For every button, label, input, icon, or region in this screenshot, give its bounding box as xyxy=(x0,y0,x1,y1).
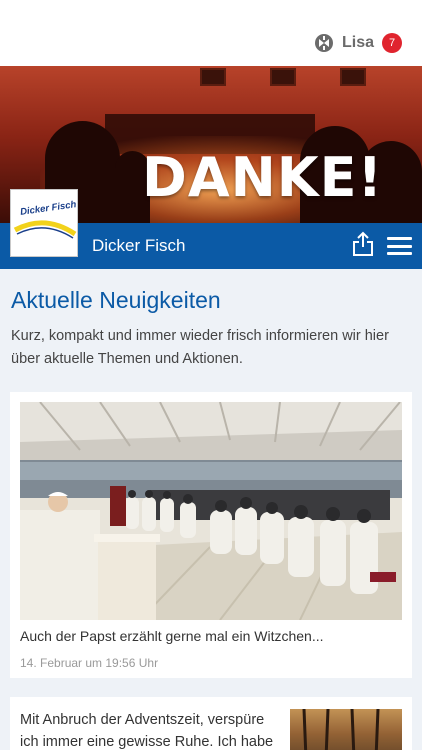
news-card-thumbnail[interactable] xyxy=(290,709,402,750)
top-bar: Lisa 7 xyxy=(0,0,422,66)
news-card[interactable]: Auch der Papst erzählt gerne mal ein Wit… xyxy=(10,392,412,678)
user-name: Lisa xyxy=(341,34,374,51)
hero-window xyxy=(200,68,226,86)
forest-thumbnail-illustration xyxy=(290,709,402,750)
hero-window xyxy=(340,68,366,86)
news-card-photo[interactable] xyxy=(20,402,402,620)
share-icon[interactable] xyxy=(352,231,374,257)
hero-window xyxy=(270,68,296,86)
app-title: Dicker Fisch xyxy=(92,236,186,255)
notification-badge[interactable]: 7 xyxy=(382,33,402,53)
news-card-text[interactable]: Mit Anbruch der Adventszeit, verspüre ic… xyxy=(20,709,280,750)
news-card-caption[interactable]: Auch der Papst erzählt gerne mal ein Wit… xyxy=(20,628,323,644)
news-intro-text: Kurz, kompakt und immer wieder frisch in… xyxy=(11,328,389,367)
hamburger-menu-icon[interactable] xyxy=(387,237,412,255)
app-logo-icon xyxy=(314,34,333,52)
user-profile[interactable]: Lisa 7 xyxy=(314,32,402,54)
hero-banner-text: DANKE! xyxy=(142,146,384,209)
news-card-date: 14. Februar um 19:56 Uhr xyxy=(20,656,159,670)
page-title: Aktuelle Neuigkeiten xyxy=(11,287,221,313)
chapel-photo-illustration xyxy=(20,402,402,620)
news-card[interactable]: Mit Anbruch der Adventszeit, verspüre ic… xyxy=(10,697,412,750)
brand-logo[interactable]: Dicker Fisch xyxy=(10,189,78,257)
